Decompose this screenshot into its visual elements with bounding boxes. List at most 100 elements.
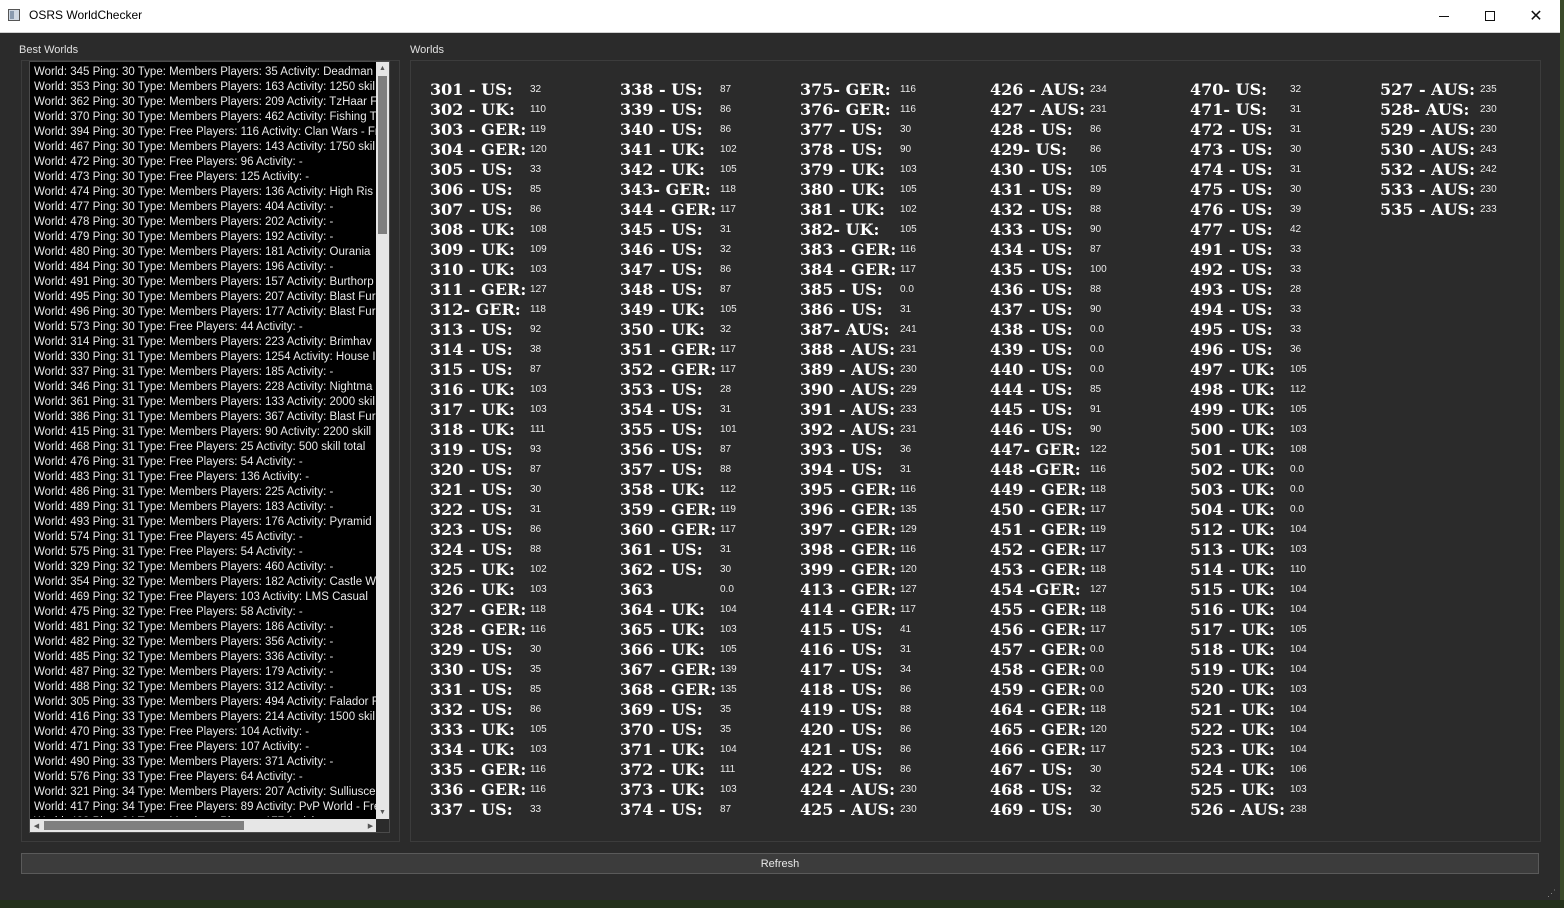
world-name: 515 - UK: bbox=[1190, 580, 1275, 599]
best-world-list-item[interactable]: World: 476 Ping: 31 Type: Free Players: … bbox=[34, 455, 377, 470]
best-world-list-item[interactable]: World: 478 Ping: 30 Type: Members Player… bbox=[34, 215, 377, 230]
best-world-list-item[interactable]: World: 496 Ping: 30 Type: Members Player… bbox=[34, 305, 377, 320]
best-world-list-item[interactable]: World: 417 Ping: 34 Type: Free Players: … bbox=[34, 800, 377, 815]
size-grip-icon[interactable]: ⋰ bbox=[1547, 888, 1557, 898]
world-name: 459 - GER: bbox=[990, 680, 1087, 699]
horizontal-scrollbar[interactable]: ◀ ▶ bbox=[30, 819, 377, 832]
best-world-list-item[interactable]: World: 475 Ping: 32 Type: Free Players: … bbox=[34, 605, 377, 620]
world-name: 306 - US: bbox=[430, 180, 513, 199]
best-world-list-item[interactable]: World: 321 Ping: 34 Type: Members Player… bbox=[34, 785, 377, 800]
world-ping: 33 bbox=[530, 164, 542, 175]
best-world-list-item[interactable]: World: 488 Ping: 32 Type: Members Player… bbox=[34, 680, 377, 695]
world-ping: 86 bbox=[530, 204, 542, 215]
best-world-list-item[interactable]: World: 480 Ping: 30 Type: Members Player… bbox=[34, 245, 377, 260]
world-name: 457 - GER: bbox=[990, 640, 1087, 659]
vertical-scrollbar[interactable]: ▲ ▼ bbox=[376, 62, 389, 819]
best-world-list-item[interactable]: World: 479 Ping: 30 Type: Members Player… bbox=[34, 230, 377, 245]
world-ping: 86 bbox=[900, 764, 912, 775]
best-world-list-item[interactable]: World: 468 Ping: 31 Type: Free Players: … bbox=[34, 440, 377, 455]
world-name: 521 - UK: bbox=[1190, 700, 1275, 719]
best-world-list-item[interactable]: World: 482 Ping: 32 Type: Members Player… bbox=[34, 635, 377, 650]
best-world-list-item[interactable]: World: 386 Ping: 31 Type: Members Player… bbox=[34, 410, 377, 425]
world-ping: 103 bbox=[1290, 684, 1307, 695]
world-name: 317 - UK: bbox=[430, 400, 515, 419]
maximize-button[interactable] bbox=[1467, 0, 1513, 32]
vertical-scroll-thumb[interactable] bbox=[378, 76, 387, 234]
refresh-button[interactable]: Refresh bbox=[21, 853, 1539, 874]
best-world-list-item[interactable]: World: 361 Ping: 31 Type: Members Player… bbox=[34, 395, 377, 410]
best-world-list-item[interactable]: World: 416 Ping: 33 Type: Members Player… bbox=[34, 710, 377, 725]
world-name: 499 - UK: bbox=[1190, 400, 1275, 419]
world-ping: 36 bbox=[900, 444, 912, 455]
best-world-list-item[interactable]: World: 330 Ping: 31 Type: Members Player… bbox=[34, 350, 377, 365]
scroll-down-icon[interactable]: ▼ bbox=[376, 806, 389, 819]
world-name: 474 - US: bbox=[1190, 160, 1273, 179]
close-button[interactable]: ✕ bbox=[1513, 0, 1559, 32]
horizontal-scroll-thumb[interactable] bbox=[44, 821, 244, 830]
best-world-list-item[interactable]: World: 467 Ping: 30 Type: Members Player… bbox=[34, 140, 377, 155]
world-name: 339 - US: bbox=[620, 100, 703, 119]
world-ping: 117 bbox=[1090, 504, 1106, 515]
best-world-list-item[interactable]: World: 576 Ping: 33 Type: Free Players: … bbox=[34, 770, 377, 785]
best-world-list-item[interactable]: World: 362 Ping: 30 Type: Members Player… bbox=[34, 95, 377, 110]
best-world-list-item[interactable]: World: 491 Ping: 30 Type: Members Player… bbox=[34, 275, 377, 290]
best-world-list-item[interactable]: World: 483 Ping: 31 Type: Free Players: … bbox=[34, 470, 377, 485]
world-name: 351 - GER: bbox=[620, 340, 717, 359]
world-name: 327 - GER: bbox=[430, 600, 527, 619]
best-world-list-item[interactable]: World: 354 Ping: 32 Type: Members Player… bbox=[34, 575, 377, 590]
best-world-list-item[interactable]: World: 487 Ping: 32 Type: Members Player… bbox=[34, 665, 377, 680]
world-name: 496 - US: bbox=[1190, 340, 1273, 359]
best-world-list-item[interactable]: World: 489 Ping: 31 Type: Members Player… bbox=[34, 500, 377, 515]
best-world-list-item[interactable]: World: 345 Ping: 30 Type: Members Player… bbox=[34, 65, 377, 80]
best-world-list-item[interactable]: World: 575 Ping: 31 Type: Free Players: … bbox=[34, 545, 377, 560]
best-world-list-item[interactable]: World: 471 Ping: 33 Type: Free Players: … bbox=[34, 740, 377, 755]
world-name: 397 - GER: bbox=[800, 520, 897, 539]
minimize-button[interactable] bbox=[1421, 0, 1467, 32]
best-world-list-item[interactable]: World: 469 Ping: 32 Type: Free Players: … bbox=[34, 590, 377, 605]
scroll-up-icon[interactable]: ▲ bbox=[376, 62, 389, 75]
best-world-list-item[interactable]: World: 573 Ping: 30 Type: Free Players: … bbox=[34, 320, 377, 335]
best-world-list-item[interactable]: World: 472 Ping: 30 Type: Free Players: … bbox=[34, 155, 377, 170]
world-ping: 105 bbox=[720, 644, 737, 655]
best-world-list-item[interactable]: World: 470 Ping: 33 Type: Free Players: … bbox=[34, 725, 377, 740]
best-worlds-list[interactable]: World: 345 Ping: 30 Type: Members Player… bbox=[29, 61, 390, 833]
world-ping: 103 bbox=[900, 164, 917, 175]
best-world-list-item[interactable]: World: 314 Ping: 31 Type: Members Player… bbox=[34, 335, 377, 350]
scroll-left-icon[interactable]: ◀ bbox=[30, 819, 43, 832]
best-world-list-item[interactable]: World: 394 Ping: 30 Type: Free Players: … bbox=[34, 125, 377, 140]
best-world-list-item[interactable]: World: 486 Ping: 31 Type: Members Player… bbox=[34, 485, 377, 500]
best-world-list-item[interactable]: World: 493 Ping: 31 Type: Members Player… bbox=[34, 515, 377, 530]
world-ping: 90 bbox=[1090, 224, 1102, 235]
world-ping: 89 bbox=[1090, 184, 1102, 195]
best-world-list-item[interactable]: World: 473 Ping: 30 Type: Free Players: … bbox=[34, 170, 377, 185]
best-world-list-item[interactable]: World: 481 Ping: 32 Type: Members Player… bbox=[34, 620, 377, 635]
best-world-list-item[interactable]: World: 477 Ping: 30 Type: Members Player… bbox=[34, 200, 377, 215]
best-world-list-item[interactable]: World: 495 Ping: 30 Type: Members Player… bbox=[34, 290, 377, 305]
best-world-list-item[interactable]: World: 484 Ping: 30 Type: Members Player… bbox=[34, 260, 377, 275]
world-name: 494 - US: bbox=[1190, 300, 1273, 319]
world-name: 532 - AUS: bbox=[1380, 160, 1476, 179]
best-world-list-item[interactable]: World: 415 Ping: 31 Type: Members Player… bbox=[34, 425, 377, 440]
world-ping: 117 bbox=[720, 344, 736, 355]
world-ping: 135 bbox=[900, 504, 917, 515]
world-name: 450 - GER: bbox=[990, 500, 1087, 519]
best-world-list-item[interactable]: World: 370 Ping: 30 Type: Members Player… bbox=[34, 110, 377, 125]
world-ping: 233 bbox=[900, 404, 917, 415]
best-world-list-item[interactable]: World: 485 Ping: 32 Type: Members Player… bbox=[34, 650, 377, 665]
best-world-list-item[interactable]: World: 474 Ping: 30 Type: Members Player… bbox=[34, 185, 377, 200]
best-world-list-item[interactable]: World: 574 Ping: 31 Type: Free Players: … bbox=[34, 530, 377, 545]
best-world-list-item[interactable]: World: 423 Ping: 34 Type: Members Player… bbox=[34, 815, 377, 817]
best-world-list-item[interactable]: World: 337 Ping: 31 Type: Members Player… bbox=[34, 365, 377, 380]
best-world-list-item[interactable]: World: 329 Ping: 32 Type: Members Player… bbox=[34, 560, 377, 575]
best-world-list-item[interactable]: World: 490 Ping: 33 Type: Members Player… bbox=[34, 755, 377, 770]
world-ping: 31 bbox=[720, 404, 732, 415]
best-world-list-item[interactable]: World: 346 Ping: 31 Type: Members Player… bbox=[34, 380, 377, 395]
world-ping: 31 bbox=[1290, 164, 1302, 175]
world-ping: 118 bbox=[530, 304, 546, 315]
world-name: 307 - US: bbox=[430, 200, 513, 219]
world-ping: 116 bbox=[900, 84, 916, 95]
best-world-list-item[interactable]: World: 353 Ping: 30 Type: Members Player… bbox=[34, 80, 377, 95]
world-name: 319 - US: bbox=[430, 440, 513, 459]
best-world-list-item[interactable]: World: 305 Ping: 33 Type: Members Player… bbox=[34, 695, 377, 710]
world-name: 514 - UK: bbox=[1190, 560, 1275, 579]
